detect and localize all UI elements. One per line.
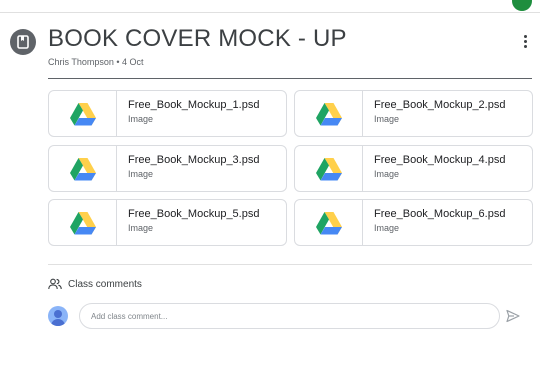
attachment-card[interactable]: Free_Book_Mockup_6.psd Image (294, 199, 533, 246)
attachment-thumbnail (49, 91, 117, 136)
attachment-card[interactable]: Free_Book_Mockup_4.psd Image (294, 145, 533, 192)
attachment-card[interactable]: Free_Book_Mockup_2.psd Image (294, 90, 533, 137)
google-drive-icon (69, 211, 96, 234)
attachment-thumbnail (295, 146, 363, 191)
attachment-thumbnail (295, 200, 363, 245)
send-icon[interactable] (505, 308, 521, 324)
google-drive-icon (315, 102, 342, 125)
class-comment-input[interactable] (79, 303, 500, 329)
assignment-material-icon (10, 29, 36, 55)
attachment-card[interactable]: Free_Book_Mockup_5.psd Image (48, 199, 287, 246)
google-drive-icon (69, 102, 96, 125)
attachment-type: Image (128, 114, 154, 124)
attachment-type: Image (128, 169, 154, 179)
attachment-type: Image (374, 223, 400, 233)
attachment-name: Free_Book_Mockup_4.psd (374, 154, 506, 166)
top-bar (0, 0, 540, 13)
attachment-type: Image (374, 169, 400, 179)
people-icon (48, 278, 62, 290)
google-drive-icon (69, 157, 96, 180)
profile-avatar[interactable] (512, 0, 532, 11)
class-comments-header: Class comments (48, 278, 142, 290)
attachment-type: Image (374, 114, 400, 124)
attachment-thumbnail (295, 91, 363, 136)
attachment-name: Free_Book_Mockup_5.psd (128, 208, 260, 220)
google-drive-icon (315, 211, 342, 234)
post-title: BOOK COVER MOCK - UP (48, 25, 347, 52)
attachment-type: Image (128, 223, 154, 233)
comments-divider (48, 264, 532, 265)
title-divider (48, 78, 532, 79)
attachment-card[interactable]: Free_Book_Mockup_3.psd Image (48, 145, 287, 192)
attachment-name: Free_Book_Mockup_6.psd (374, 208, 506, 220)
attachment-name: Free_Book_Mockup_2.psd (374, 99, 506, 111)
user-avatar (48, 306, 68, 326)
attachment-thumbnail (49, 200, 117, 245)
attachment-name: Free_Book_Mockup_3.psd (128, 154, 260, 166)
more-options-icon[interactable] (519, 31, 531, 51)
attachment-thumbnail (49, 146, 117, 191)
post-author-date: Chris Thompson • 4 Oct (48, 57, 144, 67)
attachment-card[interactable]: Free_Book_Mockup_1.psd Image (48, 90, 287, 137)
class-comments-label: Class comments (68, 278, 142, 290)
google-drive-icon (315, 157, 342, 180)
attachment-name: Free_Book_Mockup_1.psd (128, 99, 260, 111)
